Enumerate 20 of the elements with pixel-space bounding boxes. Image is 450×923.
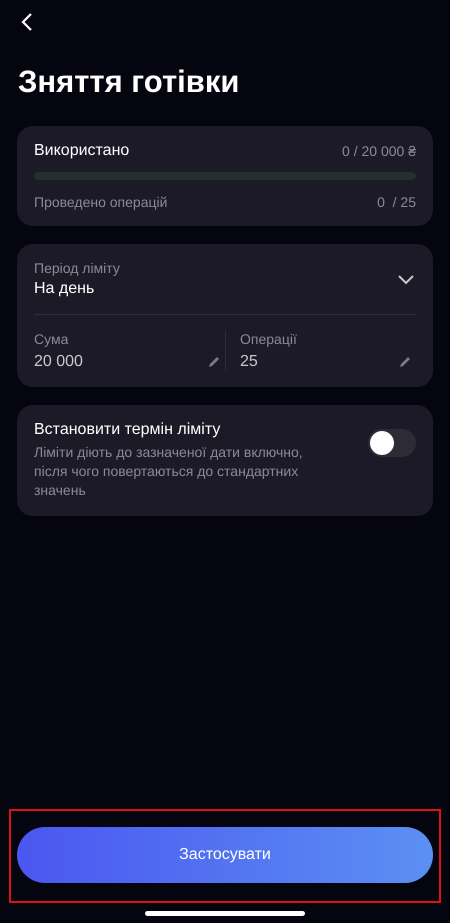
edit-icon[interactable] [207, 355, 221, 369]
period-label: Період ліміту [34, 260, 120, 276]
field-value[interactable]: 20 000 [34, 353, 83, 371]
field-label: Операції [240, 331, 298, 347]
period-value[interactable]: На день [34, 280, 120, 298]
back-icon [21, 13, 33, 31]
operations-done: 0 [377, 194, 385, 210]
used-amount: 0 [342, 143, 350, 159]
operations-label: Проведено операцій [34, 194, 168, 210]
term-toggle[interactable] [368, 429, 416, 457]
page-title: Зняття готівки [18, 63, 240, 101]
term-description: Ліміти діють до зазначеної дати включно, після чого повертаються до стандартних значень [34, 443, 304, 500]
operations-limit: / 25 [392, 194, 416, 210]
edit-icon[interactable] [398, 355, 412, 369]
field-label: Сума [34, 331, 70, 347]
apply-button[interactable]: Застосувати [17, 827, 433, 883]
term-title: Встановити термін ліміту [34, 421, 222, 439]
used-label: Використано [34, 142, 130, 160]
limit-amount: / 20 000 ₴ [354, 143, 416, 159]
field-value[interactable]: 25 [240, 353, 258, 371]
